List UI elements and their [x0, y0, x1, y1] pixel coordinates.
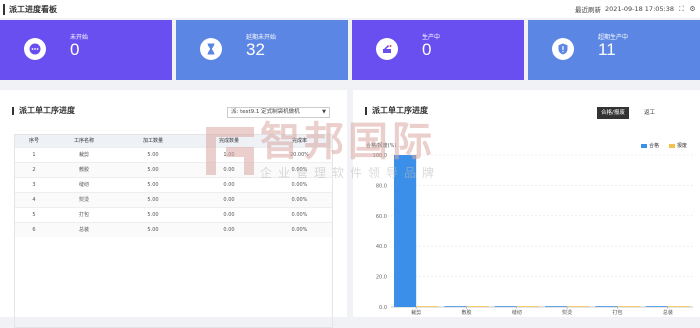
- process-chart-panel: 派工单工序进度 合格/报废 返工 合格 报废 合格/报废(%) 0.0 20.0 40…: [353, 90, 700, 317]
- table-cell: 5.00: [114, 146, 192, 162]
- table-header-row: 序号 工序名称 加工数量 完成数量 完成率: [14, 134, 333, 147]
- x-tick-label: 缝纫: [512, 309, 522, 316]
- table-cell: 5.00: [114, 176, 192, 192]
- table-row[interactable]: 2 敷胶 5.00 0.00 0.00%: [14, 161, 333, 177]
- header-status: 最近刷新 2021-09-18 17:05:38 ⛶ ⚙: [575, 4, 700, 14]
- bar-报废: [567, 306, 590, 307]
- table-row[interactable]: 5 打包 5.00 0.00 0.00%: [14, 206, 333, 222]
- select-value: 派: test9.1 定式制袋机做机: [231, 109, 300, 115]
- table-cell: 裁剪: [54, 146, 114, 162]
- table-cell: 0.00: [192, 206, 266, 222]
- table-cell: 0.00%: [266, 161, 333, 177]
- y-tick-label: 60.0: [376, 214, 387, 220]
- x-tick-label: 裁剪: [411, 309, 421, 316]
- table-cell: 敷胶: [54, 161, 114, 177]
- hourglass-icon: [200, 38, 222, 60]
- top-bar: 派工进度看板 最近刷新 2021-09-18 17:05:38 ⛶ ⚙: [0, 0, 700, 18]
- table-cell: 0.00: [192, 191, 266, 207]
- card-delayed-not-started[interactable]: 延期未开始 32: [176, 20, 348, 80]
- y-tick-label: 0.0: [379, 305, 387, 311]
- col-header: 完成率: [266, 134, 333, 147]
- table-cell: 0.00: [192, 221, 266, 237]
- process-table-panel: 派工单工序进度 派: test9.1 定式制袋机做机 ▼ 序号 工序名称 加工数…: [0, 90, 347, 328]
- col-header: 加工数量: [114, 134, 192, 147]
- process-table: 序号 工序名称 加工数量 完成数量 完成率 1 裁剪 5.00 1.00 20.00% 2…: [14, 134, 333, 237]
- table-cell: 6: [14, 221, 54, 237]
- table-cell: 4: [14, 191, 54, 207]
- refresh-timestamp: 2021-09-18 17:05:38: [604, 5, 674, 13]
- table-cell: 3: [14, 176, 54, 192]
- x-tick-label: 打包: [612, 309, 622, 316]
- y-tick-label: 20.0: [376, 275, 387, 281]
- chevron-down-icon: ▼: [322, 109, 326, 115]
- table-cell: 1: [14, 146, 54, 162]
- table-row[interactable]: 4 熨烫 5.00 0.00 0.00%: [14, 191, 333, 207]
- table-cell: 0.00%: [266, 206, 333, 222]
- bar-报废: [466, 306, 489, 307]
- table-cell: 5: [14, 206, 54, 222]
- x-tick-label: 敷胶: [461, 309, 471, 316]
- bar-报废: [416, 306, 439, 307]
- page-title: 派工进度看板: [3, 3, 57, 15]
- bar-合格: [545, 306, 568, 307]
- table-cell: 0.00%: [266, 221, 333, 237]
- card-value: 0: [422, 40, 432, 59]
- bar-报废: [617, 306, 640, 307]
- table-cell: 0.00: [192, 176, 266, 192]
- table-cell: 5.00: [114, 161, 192, 177]
- bar-合格: [394, 155, 417, 307]
- table-cell: 0.00%: [266, 176, 333, 192]
- table-cell: 总装: [54, 221, 114, 237]
- col-header: 完成数量: [192, 134, 266, 147]
- card-value: 32: [246, 40, 265, 59]
- table-cell: 5.00: [114, 206, 192, 222]
- stat-cards: 未开始 0 延期未开始 32 生产中 0 超期生产中 11: [0, 20, 700, 80]
- col-header: 工序名称: [54, 134, 114, 147]
- bar-合格: [494, 306, 517, 307]
- table-row[interactable]: 6 总装 5.00 0.00 0.00%: [14, 221, 333, 237]
- table-cell: 5.00: [114, 221, 192, 237]
- refresh-label: 最近刷新: [574, 6, 601, 14]
- bar-chart: 合格/报废(%) 0.0 20.0 40.0 60.0 80.0 100.0 裁剪 敷胶 缝纫 熨烫…: [366, 142, 693, 316]
- table-cell: 5.00: [114, 191, 192, 207]
- x-tick-label: 熨烫: [562, 309, 572, 316]
- y-tick-label: 100.0: [373, 153, 387, 159]
- table-cell: 1.00: [192, 146, 266, 162]
- bar-合格: [645, 306, 668, 307]
- card-not-started[interactable]: 未开始 0: [0, 20, 172, 80]
- production-icon: [376, 38, 398, 60]
- table-row[interactable]: 1 裁剪 5.00 1.00 20.00%: [14, 146, 333, 162]
- card-in-production[interactable]: 生产中 0: [352, 20, 524, 80]
- table-cell: 0.00: [192, 161, 266, 177]
- panel-title: 派工单工序进度: [12, 107, 75, 115]
- col-header: 序号: [14, 134, 54, 147]
- table-cell: 0.00%: [266, 191, 333, 207]
- dots-icon: [24, 38, 46, 60]
- y-tick-label: 80.0: [376, 183, 387, 189]
- y-axis-label: 合格/报废(%): [366, 142, 396, 149]
- bar-报废: [516, 306, 539, 307]
- card-value: 11: [598, 40, 616, 59]
- card-overdue-in-production[interactable]: 超期生产中 11: [528, 20, 700, 80]
- table-cell: 缝纫: [54, 176, 114, 192]
- shield-alert-icon: [552, 38, 574, 60]
- bar-报废: [667, 306, 690, 307]
- table-row[interactable]: 3 缝纫 5.00 0.00 0.00%: [14, 176, 333, 192]
- settings-icon[interactable]: ⚙: [689, 5, 696, 13]
- fullscreen-icon[interactable]: ⛶: [678, 5, 685, 13]
- bar-合格: [444, 306, 467, 307]
- table-cell: 20.00%: [266, 146, 333, 162]
- table-cell: 打包: [54, 206, 114, 222]
- card-value: 0: [70, 40, 80, 59]
- table-cell: 2: [14, 161, 54, 177]
- work-order-select[interactable]: 派: test9.1 定式制袋机做机 ▼: [227, 107, 330, 118]
- bar-合格: [595, 306, 618, 307]
- y-tick-label: 40.0: [376, 244, 387, 250]
- x-tick-label: 总装: [663, 309, 673, 316]
- table-cell: 熨烫: [54, 191, 114, 207]
